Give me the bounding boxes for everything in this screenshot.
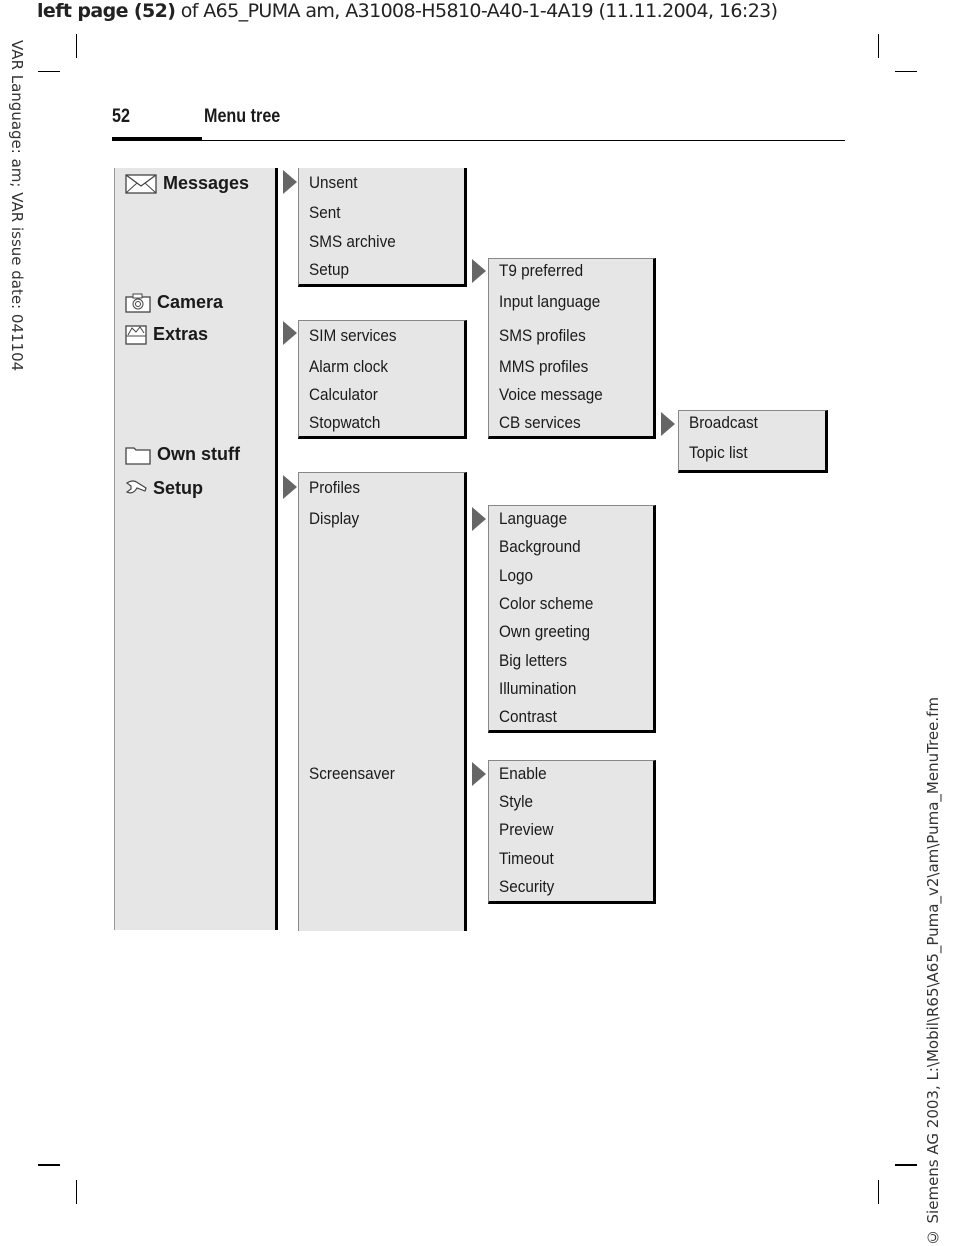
main-menu-label: Setup	[153, 478, 204, 498]
submenu-item-logo[interactable]: Logo	[499, 566, 533, 586]
main-menu-item-camera[interactable]: Camera	[125, 292, 223, 313]
submenu-arrow-icon	[283, 321, 297, 345]
submenu-item-own-greeting[interactable]: Own greeting	[499, 622, 590, 642]
screensaver-submenu: Enable Style Preview Timeout Security	[488, 760, 656, 904]
submenu-arrow-icon	[472, 762, 486, 786]
side-note-right: © Siemens AG 2003, L:\Mobil\R65\A65_Puma…	[924, 696, 942, 1246]
submenu-item-style[interactable]: Style	[499, 792, 533, 812]
side-note-left: VAR Language: am; VAR issue date: 041104	[8, 40, 26, 372]
crop-mark	[38, 71, 60, 72]
crop-mark	[878, 34, 879, 58]
submenu-item-sim-services[interactable]: SIM services	[309, 326, 397, 346]
crop-mark	[895, 71, 917, 72]
submenu-item-setup[interactable]: Setup	[309, 260, 349, 280]
main-menu-column: Messages Camera Extras Own stuff Setup	[114, 168, 278, 930]
submenu-item-timeout[interactable]: Timeout	[499, 849, 554, 869]
messages-submenu: Unsent Sent SMS archive Setup	[298, 168, 467, 287]
submenu-item-calculator[interactable]: Calculator	[309, 385, 378, 405]
main-menu-item-setup[interactable]: Setup	[125, 478, 203, 499]
crop-mark	[878, 1180, 879, 1204]
main-menu-label: Extras	[153, 323, 209, 344]
submenu-item-cb-services[interactable]: CB services	[499, 413, 581, 433]
submenu-item-security[interactable]: Security	[499, 877, 554, 897]
submenu-item-mms-profiles[interactable]: MMS profiles	[499, 357, 588, 377]
main-menu-label: Camera	[157, 292, 224, 312]
setup-submenu: Profiles Display Screensaver	[298, 472, 467, 931]
submenu-item-stopwatch[interactable]: Stopwatch	[309, 413, 380, 433]
submenu-item-illumination[interactable]: Illumination	[499, 679, 576, 699]
envelope-icon	[125, 173, 157, 194]
print-header: left page (52) of A65_PUMA am, A31008-H5…	[37, 0, 778, 22]
submenu-arrow-icon	[661, 412, 675, 436]
cb-services-submenu: Broadcast Topic list	[678, 410, 828, 473]
main-menu-label: Messages	[163, 173, 250, 193]
extras-submenu: SIM services Alarm clock Calculator Stop…	[298, 320, 467, 439]
main-menu-item-messages[interactable]: Messages	[125, 173, 249, 194]
submenu-item-unsent[interactable]: Unsent	[309, 173, 357, 193]
print-header-doc: of A65_PUMA am, A31008-H5810-A40-1-4A19 …	[175, 0, 778, 22]
submenu-item-input-language[interactable]: Input language	[499, 292, 600, 312]
camera-icon	[125, 293, 151, 313]
page-title: Menu tree	[204, 106, 281, 127]
submenu-item-contrast[interactable]: Contrast	[499, 707, 557, 727]
submenu-item-voice-message[interactable]: Voice message	[499, 385, 603, 405]
crop-mark	[895, 1164, 917, 1166]
submenu-arrow-icon	[472, 507, 486, 531]
print-header-page: left page (52)	[37, 0, 176, 22]
submenu-item-topic-list[interactable]: Topic list	[689, 443, 748, 463]
submenu-item-sms-archive[interactable]: SMS archive	[309, 232, 396, 252]
submenu-item-background[interactable]: Background	[499, 537, 581, 557]
submenu-item-sms-profiles[interactable]: SMS profiles	[499, 326, 586, 346]
submenu-item-t9-preferred[interactable]: T9 preferred	[499, 261, 583, 281]
submenu-item-big-letters[interactable]: Big letters	[499, 651, 567, 671]
submenu-item-color-scheme[interactable]: Color scheme	[499, 594, 593, 614]
crop-mark	[76, 34, 77, 58]
crop-mark	[38, 1164, 60, 1166]
submenu-item-sent[interactable]: Sent	[309, 203, 340, 223]
submenu-item-display[interactable]: Display	[309, 509, 359, 529]
submenu-item-enable[interactable]: Enable	[499, 764, 547, 784]
submenu-item-broadcast[interactable]: Broadcast	[689, 413, 758, 433]
extras-icon	[125, 323, 147, 345]
submenu-item-profiles[interactable]: Profiles	[309, 478, 360, 498]
submenu-item-alarm-clock[interactable]: Alarm clock	[309, 357, 388, 377]
submenu-arrow-icon	[472, 259, 486, 283]
submenu-arrow-icon	[283, 170, 297, 194]
folder-icon	[125, 445, 151, 465]
wrench-icon	[125, 479, 147, 499]
main-menu-item-own-stuff[interactable]: Own stuff	[125, 444, 240, 465]
page-number: 52	[112, 106, 130, 127]
messages-setup-submenu: T9 preferred Input language SMS profiles…	[488, 258, 656, 439]
submenu-item-screensaver[interactable]: Screensaver	[309, 764, 395, 784]
main-menu-item-extras[interactable]: Extras	[125, 323, 208, 345]
crop-mark	[76, 1180, 77, 1204]
submenu-item-preview[interactable]: Preview	[499, 820, 553, 840]
submenu-arrow-icon	[283, 475, 297, 499]
display-submenu: Language Background Logo Color scheme Ow…	[488, 505, 656, 733]
submenu-item-language[interactable]: Language	[499, 509, 567, 529]
heading-rule	[112, 140, 845, 141]
main-menu-label: Own stuff	[157, 444, 240, 464]
